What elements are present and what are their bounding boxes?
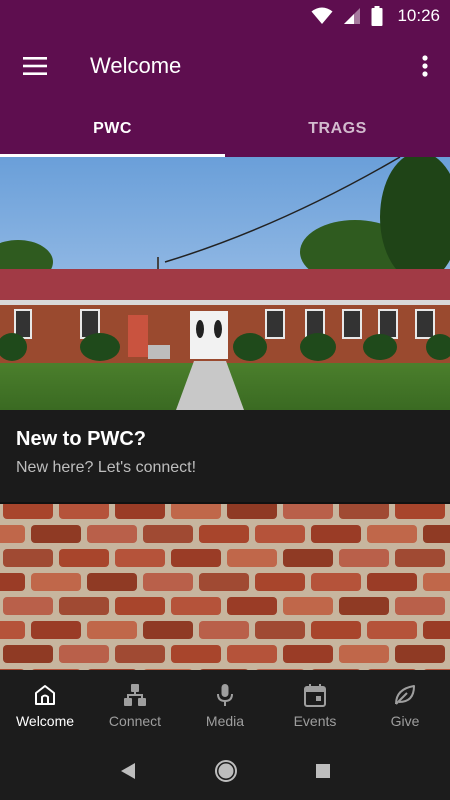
home-circle-icon[interactable]	[214, 759, 238, 783]
nav-give[interactable]: Give	[360, 670, 450, 742]
more-vertical-icon	[422, 55, 428, 77]
leaf-icon	[395, 685, 415, 705]
card-subtext: New here? Let's connect!	[16, 459, 197, 476]
tab-trags[interactable]: TRAGS	[225, 100, 450, 157]
nav-events[interactable]: Events	[270, 670, 360, 742]
content-area: New to PWC? New here? Let's connect!	[0, 157, 450, 670]
battery-icon	[371, 6, 383, 26]
calendar-icon	[304, 684, 326, 707]
brick-wall-photo[interactable]	[0, 504, 450, 670]
nav-give-label: Give	[390, 713, 420, 729]
nav-events-label: Events	[293, 713, 337, 729]
tab-pwc[interactable]: PWC	[0, 100, 225, 157]
church-building-photo[interactable]	[0, 157, 450, 410]
app-bar: Welcome	[0, 32, 450, 100]
nav-welcome[interactable]: Welcome	[0, 670, 90, 742]
nav-media-label: Media	[205, 713, 245, 729]
hamburger-menu-icon	[23, 57, 47, 75]
card-headline: New to PWC?	[16, 428, 146, 450]
wifi-icon	[311, 7, 333, 24]
new-to-pwc-card[interactable]: New to PWC? New here? Let's connect!	[0, 410, 450, 502]
status-bar: 10:26	[0, 0, 450, 32]
tab-bar: PWC TRAGS	[0, 100, 450, 157]
connect-icon	[124, 684, 146, 706]
overflow-menu-button[interactable]	[400, 32, 450, 100]
nav-media[interactable]: Media	[180, 670, 270, 742]
system-navigation-bar	[0, 742, 450, 800]
home-icon	[35, 685, 55, 705]
nav-welcome-label: Welcome	[15, 713, 75, 729]
recents-icon[interactable]	[315, 763, 331, 779]
microphone-icon	[217, 684, 233, 706]
nav-connect-label: Connect	[108, 713, 162, 729]
menu-button[interactable]	[0, 32, 70, 100]
cell-signal-icon	[344, 8, 361, 24]
nav-connect[interactable]: Connect	[90, 670, 180, 742]
bottom-navigation: Welcome Connect Media Events Give	[0, 670, 450, 742]
back-icon[interactable]	[119, 762, 137, 780]
clock: 10:26	[397, 6, 440, 25]
page-title: Welcome	[90, 53, 182, 78]
